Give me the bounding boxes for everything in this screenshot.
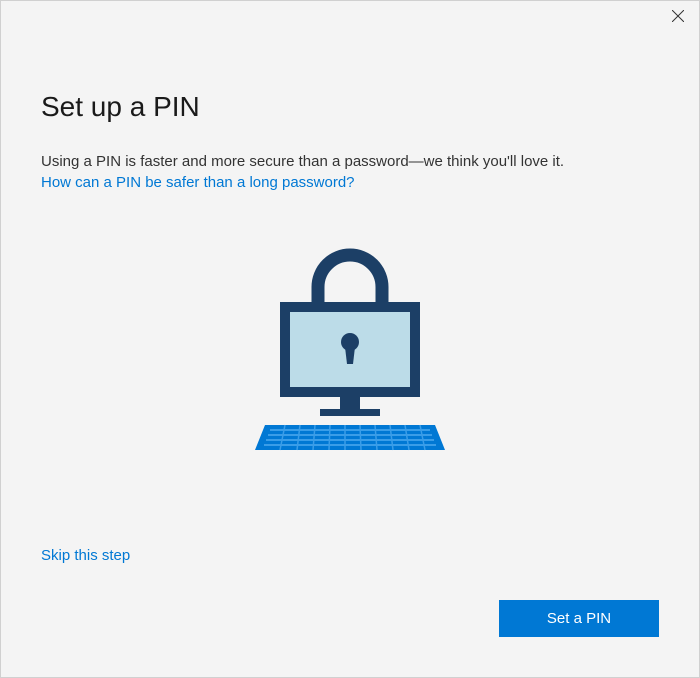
titlebar bbox=[1, 1, 699, 31]
help-link[interactable]: How can a PIN be safer than a long passw… bbox=[41, 174, 355, 191]
lock-computer-icon bbox=[240, 242, 460, 452]
description-text: Using a PIN is faster and more secure th… bbox=[41, 151, 659, 172]
set-pin-button[interactable]: Set a PIN bbox=[499, 600, 659, 637]
skip-link[interactable]: Skip this step bbox=[41, 547, 130, 564]
page-title: Set up a PIN bbox=[41, 91, 659, 123]
close-icon[interactable] bbox=[671, 9, 685, 23]
pin-illustration bbox=[41, 242, 659, 452]
dialog-content: Set up a PIN Using a PIN is faster and m… bbox=[1, 31, 699, 452]
